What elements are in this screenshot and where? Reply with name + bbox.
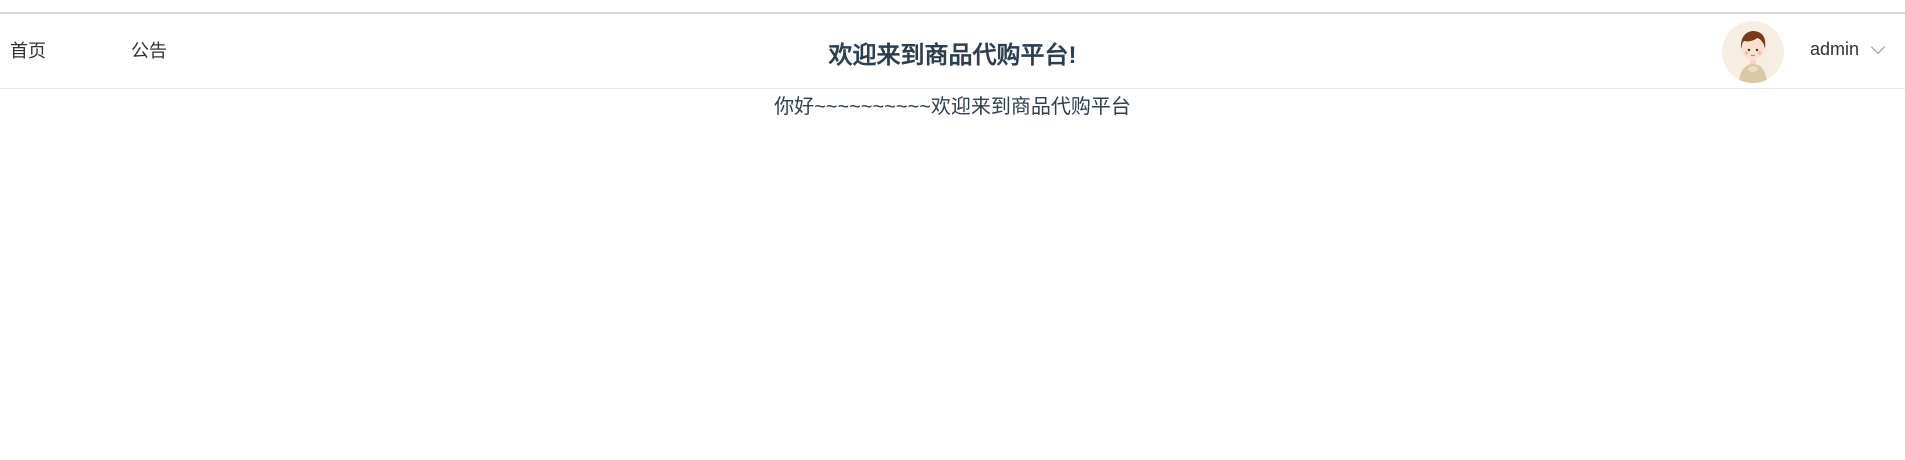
username-dropdown[interactable]: admin (1809, 39, 1886, 60)
top-header: 首页 公告 欢迎来到商品代购平台! admin (0, 14, 1905, 89)
user-menu[interactable]: admin (1721, 14, 1886, 89)
page-title: 欢迎来到商品代购平台! (828, 42, 1077, 69)
chevron-down-icon (1870, 39, 1886, 54)
avatar[interactable] (1721, 20, 1784, 83)
avatar-icon (1721, 20, 1784, 83)
welcome-message: 你好~~~~~~~~~~欢迎来到商品代购平台 (774, 96, 1131, 118)
username-label: admin (1809, 39, 1859, 59)
